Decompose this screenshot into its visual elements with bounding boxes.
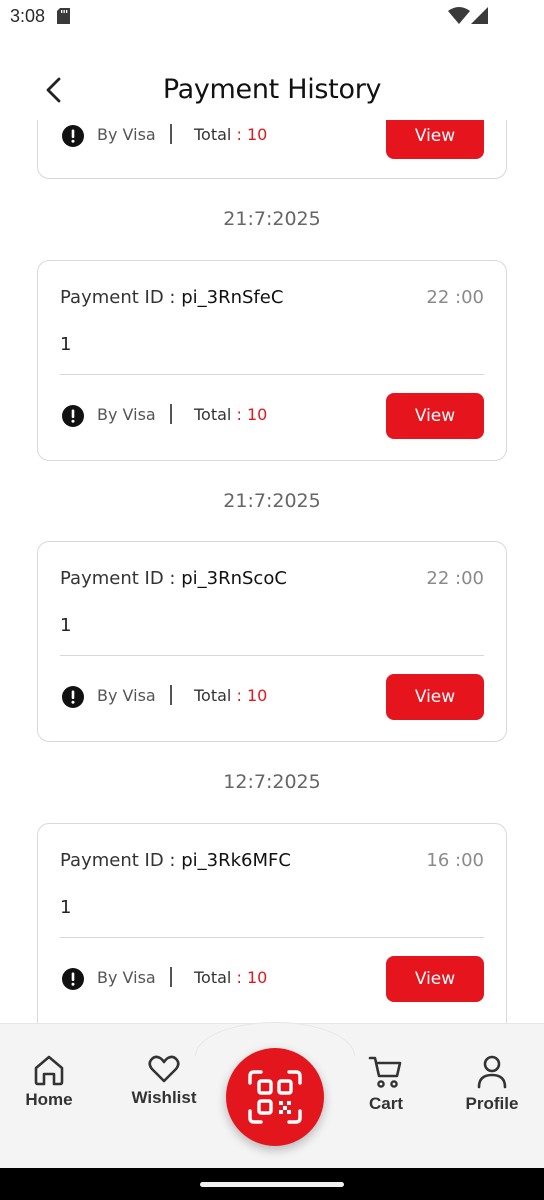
card-header: Payment ID : pi_3Rk6MFC 16 :00 (60, 850, 484, 876)
total-amount: 10 (246, 405, 268, 424)
payment-card: Payment ID : pi_3RnSfeC 22 :00 1 By Visa… (37, 260, 507, 461)
total-text: Total : 10 (194, 968, 267, 987)
separator (170, 967, 172, 987)
total-text: Total : 10 (194, 686, 267, 705)
nav-label-cart: Cart (368, 1094, 403, 1113)
total-amount: 10 (246, 686, 268, 705)
sd-card-icon (57, 8, 70, 24)
total-colon: : (231, 125, 247, 144)
profile-icon (477, 1055, 507, 1089)
payment-list[interactable]: By Visa Total : 10 View 21:7:2025 Paymen… (0, 111, 544, 1024)
payment-card-partial: By Visa Total : 10 View (37, 111, 507, 179)
total-amount: 10 (246, 968, 268, 987)
page-title: Payment History (162, 74, 382, 105)
total-label: Total (194, 125, 232, 144)
payment-card: Payment ID : pi_3Rk6MFC 16 :00 1 By Visa… (37, 823, 507, 1024)
date-header: 21:7:2025 (223, 208, 321, 230)
total-label: Total (194, 405, 232, 424)
status-time: 3:08 (10, 6, 46, 26)
card-footer: By Visa Total : 10 View (60, 674, 484, 720)
payment-method: By Visa (97, 686, 156, 705)
total-label: Total (194, 686, 232, 705)
quantity: 1 (60, 615, 72, 636)
nav-item-home[interactable]: Home (4, 1054, 94, 1110)
total-colon: : (231, 968, 247, 987)
nav-item-cart[interactable]: Cart (341, 1054, 431, 1114)
date-header: 12:7:2025 (223, 771, 321, 793)
alert-icon (62, 686, 84, 708)
divider (60, 374, 484, 375)
quantity: 1 (60, 897, 72, 918)
card-header: Payment ID : pi_3RnSfeC 22 :00 (60, 287, 484, 313)
nav-item-profile[interactable]: Profile (447, 1054, 537, 1114)
view-button[interactable]: View (386, 956, 484, 1002)
divider (60, 655, 484, 656)
total-colon: : (231, 686, 247, 705)
separator (170, 685, 172, 705)
payment-id: Payment ID : pi_3RnSfeC (60, 287, 283, 308)
payment-time: 16 :00 (426, 850, 484, 871)
nav-item-wishlist[interactable]: Wishlist (119, 1054, 209, 1108)
payment-id-label: Payment ID : (60, 850, 182, 871)
total-colon: : (231, 405, 247, 424)
home-gesture-handle[interactable] (200, 1182, 344, 1187)
payment-method: By Visa (97, 968, 156, 987)
total-text: Total : 10 (194, 405, 267, 424)
total-amount: 10 (246, 125, 268, 144)
heart-icon (148, 1055, 180, 1083)
alert-icon (62, 405, 84, 427)
system-gesture-bar (0, 1168, 544, 1200)
payment-id-value: pi_3Rk6MFC (181, 850, 291, 871)
card-header: Payment ID : pi_3RnScoC 22 :00 (60, 568, 484, 594)
payment-id: Payment ID : pi_3RnScoC (60, 568, 287, 589)
qr-scan-icon (248, 1070, 302, 1124)
date-header: 21:7:2025 (223, 490, 321, 512)
payment-id-label: Payment ID : (60, 287, 182, 308)
payment-id-value: pi_3RnSfeC (181, 287, 284, 308)
payment-method: By Visa (97, 125, 156, 144)
payment-time: 22 :00 (426, 568, 484, 589)
total-label: Total (194, 968, 232, 987)
total-text: Total : 10 (194, 125, 267, 144)
status-bar: 3:08 (0, 0, 544, 34)
nav-label-profile: Profile (465, 1094, 519, 1113)
view-button[interactable]: View (386, 674, 484, 720)
separator (170, 124, 172, 144)
wifi-icon (448, 7, 470, 24)
separator (170, 404, 172, 424)
nav-label-home: Home (25, 1090, 73, 1109)
view-button[interactable]: View (386, 393, 484, 439)
payment-time: 22 :00 (426, 287, 484, 308)
signal-icon (471, 7, 488, 24)
payment-id: Payment ID : pi_3Rk6MFC (60, 850, 291, 871)
payment-card: Payment ID : pi_3RnScoC 22 :00 1 By Visa… (37, 541, 507, 742)
home-icon (34, 1055, 64, 1086)
alert-icon (62, 125, 84, 147)
card-footer: By Visa Total : 10 View (60, 393, 484, 439)
quantity: 1 (60, 334, 72, 355)
qr-scan-button[interactable] (226, 1048, 324, 1146)
card-footer: By Visa Total : 10 View (60, 956, 484, 1002)
app-header: Payment History (0, 60, 544, 120)
divider (60, 937, 484, 938)
payment-method: By Visa (97, 405, 156, 424)
alert-icon (62, 968, 84, 990)
cart-icon (368, 1056, 402, 1088)
payment-id-label: Payment ID : (60, 568, 182, 589)
nav-label-wishlist: Wishlist (131, 1088, 197, 1107)
payment-id-value: pi_3RnScoC (181, 568, 287, 589)
